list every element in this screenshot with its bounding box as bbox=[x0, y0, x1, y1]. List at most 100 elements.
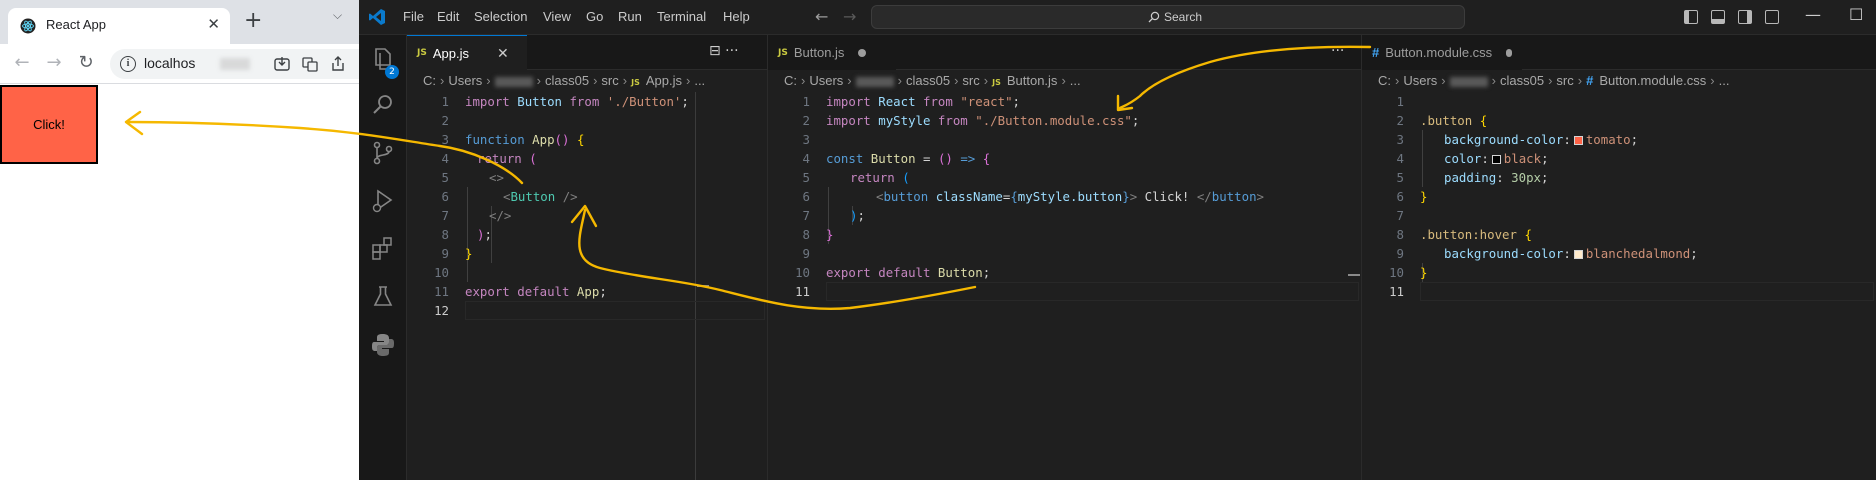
tab-button-module-css[interactable]: # Button.module.css bbox=[1362, 35, 1522, 70]
translate-icon[interactable] bbox=[300, 54, 320, 74]
toggle-primary-sidebar-icon[interactable] bbox=[1684, 10, 1698, 24]
code-editor[interactable]: 1 import React from "react"; 2 import mySt… bbox=[768, 92, 1361, 301]
nav-forward-icon[interactable]: → bbox=[843, 7, 856, 26]
breadcrumb-item[interactable]: class05 bbox=[545, 73, 589, 88]
search-icon bbox=[1148, 11, 1160, 23]
close-tab-icon[interactable]: ✕ bbox=[207, 15, 220, 33]
back-arrow-icon[interactable]: ← bbox=[10, 52, 34, 73]
code-line-current: 12 bbox=[407, 301, 767, 320]
menu-go[interactable]: Go bbox=[586, 9, 603, 24]
menu-run[interactable]: Run bbox=[618, 9, 642, 24]
tab-button-js[interactable]: JS Button.js bbox=[768, 35, 896, 70]
extensions-icon[interactable] bbox=[369, 235, 397, 263]
search-label: Search bbox=[1164, 10, 1203, 24]
menu-terminal[interactable]: Terminal bbox=[657, 9, 706, 24]
redacted-port bbox=[220, 58, 250, 70]
code-line: 3 bbox=[802, 132, 810, 147]
code-line: 5 <> bbox=[441, 170, 504, 185]
code-line: 11 export default App; bbox=[434, 284, 607, 299]
tab-bar: JS App.js ✕ ⊟ ··· bbox=[407, 35, 767, 70]
minimize-icon[interactable]: — bbox=[1805, 5, 1821, 24]
breadcrumb-item[interactable]: class05 bbox=[906, 73, 950, 88]
breadcrumb-item[interactable]: C: bbox=[423, 73, 436, 88]
maximize-icon[interactable]: ☐ bbox=[1849, 5, 1863, 24]
menu-selection[interactable]: Selection bbox=[474, 9, 527, 24]
browser-tab-strip: React App ✕ + ⌵ bbox=[0, 0, 359, 44]
black-color-swatch-icon[interactable] bbox=[1491, 155, 1501, 164]
source-control-icon[interactable] bbox=[369, 139, 397, 167]
code-editor[interactable]: 1 import Button from './Button'; 2 3 funct… bbox=[407, 92, 767, 480]
breadcrumb-item[interactable]: C: bbox=[1378, 73, 1391, 88]
site-info-icon[interactable]: i bbox=[120, 56, 136, 72]
customize-layout-icon[interactable] bbox=[1765, 10, 1779, 24]
tab-app-js[interactable]: JS App.js ✕ bbox=[407, 35, 527, 70]
css-file-icon: # bbox=[1586, 73, 1594, 88]
share-icon[interactable] bbox=[328, 54, 348, 74]
more-actions-icon[interactable]: ··· bbox=[1331, 43, 1344, 59]
breadcrumb-item[interactable]: Button.module.css bbox=[1599, 73, 1706, 88]
menu-file[interactable]: File bbox=[403, 9, 424, 24]
unsaved-dot-icon[interactable] bbox=[858, 48, 867, 57]
python-icon[interactable] bbox=[369, 331, 397, 359]
testing-flask-icon[interactable] bbox=[369, 283, 397, 311]
code-line: 7); bbox=[802, 208, 865, 223]
code-line: 8} bbox=[802, 227, 834, 242]
breadcrumb-item[interactable]: ... bbox=[1070, 73, 1081, 88]
browser-toolbar: ← → ↻ i localhos bbox=[0, 44, 359, 84]
new-tab-button[interactable]: + bbox=[244, 10, 262, 32]
code-line: 6} bbox=[1396, 189, 1428, 204]
breadcrumb-item[interactable]: Users bbox=[809, 73, 843, 88]
code-line: 8 .button:hover { bbox=[1396, 227, 1532, 242]
code-line: 5 return ( bbox=[802, 170, 910, 185]
toggle-secondary-sidebar-icon[interactable] bbox=[1738, 10, 1752, 24]
editor-group-button-module-css: # Button.module.css C: › Users › › class05 › sr… bbox=[1362, 35, 1876, 480]
code-line-current: 11 bbox=[1362, 282, 1876, 301]
split-editor-and-more-icon[interactable]: ⊟ ··· bbox=[709, 43, 739, 59]
code-line: 1 import Button from './Button'; bbox=[441, 94, 689, 109]
menu-view[interactable]: View bbox=[543, 9, 571, 24]
redacted-username bbox=[494, 76, 533, 87]
code-line: 1 import React from "react"; bbox=[802, 94, 1021, 109]
close-icon[interactable]: ✕ bbox=[497, 45, 509, 62]
breadcrumb-item[interactable]: ... bbox=[1719, 73, 1730, 88]
breadcrumb-item[interactable]: src bbox=[1556, 73, 1573, 88]
code-editor[interactable]: 1 2 .button { 3 background-color: tomato; 4… bbox=[1362, 92, 1876, 301]
run-debug-icon[interactable] bbox=[369, 187, 397, 215]
command-center-search[interactable]: Search bbox=[871, 5, 1465, 29]
nav-back-icon[interactable]: ← bbox=[815, 7, 828, 26]
breadcrumb-item[interactable]: src bbox=[962, 73, 979, 88]
breadcrumb-item[interactable]: Users bbox=[448, 73, 482, 88]
tomato-color-swatch-icon[interactable] bbox=[1573, 136, 1583, 145]
blanchedalmond-color-swatch-icon[interactable] bbox=[1573, 250, 1583, 259]
breadcrumb-item[interactable]: src bbox=[601, 73, 618, 88]
code-line: 2 import myStyle from "./Button.module.cs… bbox=[802, 113, 1140, 128]
tab-label: Button.module.css bbox=[1385, 45, 1493, 60]
breadcrumb-item[interactable]: Users bbox=[1403, 73, 1437, 88]
code-line: 3 function App() { bbox=[441, 132, 585, 147]
tab-bar: JS Button.js ··· bbox=[768, 35, 1361, 70]
code-line: 9} bbox=[441, 246, 473, 261]
toggle-panel-icon[interactable] bbox=[1711, 10, 1725, 24]
breadcrumb-item[interactable]: C: bbox=[784, 73, 797, 88]
browser-page-content: Click! bbox=[0, 85, 359, 480]
breadcrumb-item[interactable]: class05 bbox=[1500, 73, 1544, 88]
tab-search-chevron-icon[interactable]: ⌵ bbox=[333, 8, 342, 23]
javascript-file-icon: JS bbox=[778, 47, 788, 58]
menu-help[interactable]: Help bbox=[723, 9, 750, 24]
code-line: 6 <Button /> bbox=[441, 189, 578, 204]
reload-icon[interactable]: ↻ bbox=[74, 52, 98, 73]
address-bar[interactable]: i localhos bbox=[110, 49, 359, 79]
javascript-file-icon: JS bbox=[417, 48, 427, 58]
breadcrumb-item[interactable]: Button.js bbox=[1007, 73, 1058, 88]
click-button[interactable]: Click! bbox=[0, 85, 98, 164]
menu-edit[interactable]: Edit bbox=[437, 9, 459, 24]
browser-tab[interactable]: React App ✕ bbox=[8, 8, 230, 44]
editor-group-button-js: JS Button.js ··· C: › Users › › class05 › src › J… bbox=[768, 35, 1362, 480]
forward-arrow-icon[interactable]: → bbox=[42, 52, 66, 73]
unsaved-dot-icon[interactable] bbox=[1506, 48, 1512, 57]
breadcrumb-item[interactable]: ... bbox=[694, 73, 705, 88]
vscode-logo-icon bbox=[369, 9, 385, 25]
install-app-icon[interactable] bbox=[272, 54, 292, 74]
breadcrumb-item[interactable]: App.js bbox=[646, 73, 682, 88]
search-icon[interactable] bbox=[369, 91, 397, 119]
